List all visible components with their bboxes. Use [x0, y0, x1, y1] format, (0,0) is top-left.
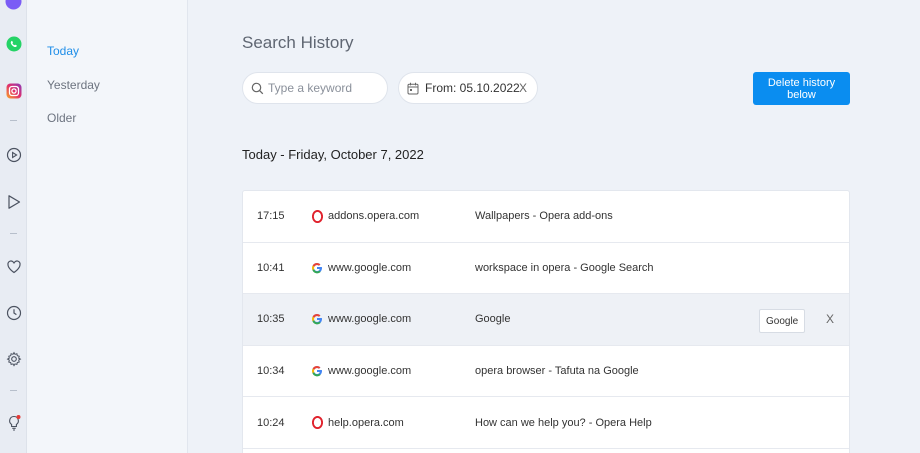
history-title[interactable]: How can we help you? - Opera Help — [475, 417, 652, 429]
nav-item-today[interactable]: Today — [47, 44, 79, 58]
history-domain[interactable]: www.google.com — [328, 262, 411, 274]
history-time: 10:41 — [257, 261, 285, 274]
history-row[interactable]: 10:24 help.opera.com How can we help you… — [243, 397, 849, 449]
calendar-icon — [407, 82, 419, 95]
history-time: 10:24 — [257, 416, 285, 429]
delete-history-button[interactable]: Delete history below — [753, 72, 850, 105]
google-icon — [311, 312, 323, 326]
heart-icon[interactable] — [4, 257, 23, 276]
instagram-icon[interactable] — [4, 81, 23, 100]
history-domain[interactable]: help.opera.com — [328, 417, 404, 429]
clear-date-button[interactable]: X — [519, 81, 527, 95]
history-domain[interactable]: www.google.com — [328, 313, 411, 325]
history-title[interactable]: workspace in opera - Google Search — [475, 262, 654, 274]
history-title[interactable]: Wallpapers - Opera add-ons — [475, 210, 613, 222]
page-title: Search History — [242, 33, 354, 52]
history-list: 17:15 addons.opera.com Wallpapers - Oper… — [242, 190, 850, 453]
history-domain[interactable]: addons.opera.com — [328, 210, 419, 222]
flow-icon[interactable] — [4, 192, 23, 211]
messenger-icon[interactable] — [4, 0, 23, 11]
player-icon[interactable] — [4, 145, 23, 164]
search-icon — [251, 82, 264, 95]
history-row[interactable]: 17:15 addons.opera.com Wallpapers - Oper… — [243, 191, 849, 243]
browser-sidebar — [0, 0, 27, 453]
nav-item-older[interactable]: Older — [47, 111, 76, 125]
nav-item-yesterday[interactable]: Yesterday — [47, 78, 100, 92]
search-box[interactable] — [242, 72, 388, 104]
history-row[interactable]: 10:35 www.google.com Google Google X — [243, 294, 849, 346]
history-row[interactable]: 10:34 www.google.com opera browser - Taf… — [243, 346, 849, 398]
section-heading: Today - Friday, October 7, 2022 — [242, 147, 424, 162]
history-time: 17:15 — [257, 210, 285, 223]
lightbulb-icon[interactable] — [4, 413, 23, 432]
google-icon — [311, 261, 323, 275]
history-time: 10:34 — [257, 365, 285, 378]
google-icon — [311, 364, 323, 378]
sidebar-divider — [10, 233, 17, 234]
history-title[interactable]: Google — [475, 313, 510, 325]
sidebar-divider — [10, 120, 17, 121]
more-from-site-button[interactable]: Google — [759, 309, 806, 334]
opera-icon — [311, 416, 323, 430]
sidebar-divider — [10, 390, 17, 391]
whatsapp-icon[interactable] — [4, 34, 23, 53]
search-input[interactable] — [268, 81, 378, 95]
clock-icon[interactable] — [4, 303, 23, 322]
history-domain[interactable]: www.google.com — [328, 365, 411, 377]
history-nav: Today Yesterday Older — [27, 0, 188, 453]
history-main: Search History From: 05.10.2022 X Delete… — [188, 0, 920, 453]
history-title[interactable]: opera browser - Tafuta na Google — [475, 365, 639, 377]
date-filter[interactable]: From: 05.10.2022 X — [398, 72, 538, 104]
remove-entry-button[interactable]: X — [826, 312, 834, 326]
opera-icon — [311, 209, 323, 223]
history-row[interactable]: 10:41 www.google.com workspace in opera … — [243, 243, 849, 295]
history-time: 10:35 — [257, 313, 285, 326]
date-filter-value: From: 05.10.2022 — [425, 81, 520, 95]
gear-icon[interactable] — [4, 349, 23, 368]
